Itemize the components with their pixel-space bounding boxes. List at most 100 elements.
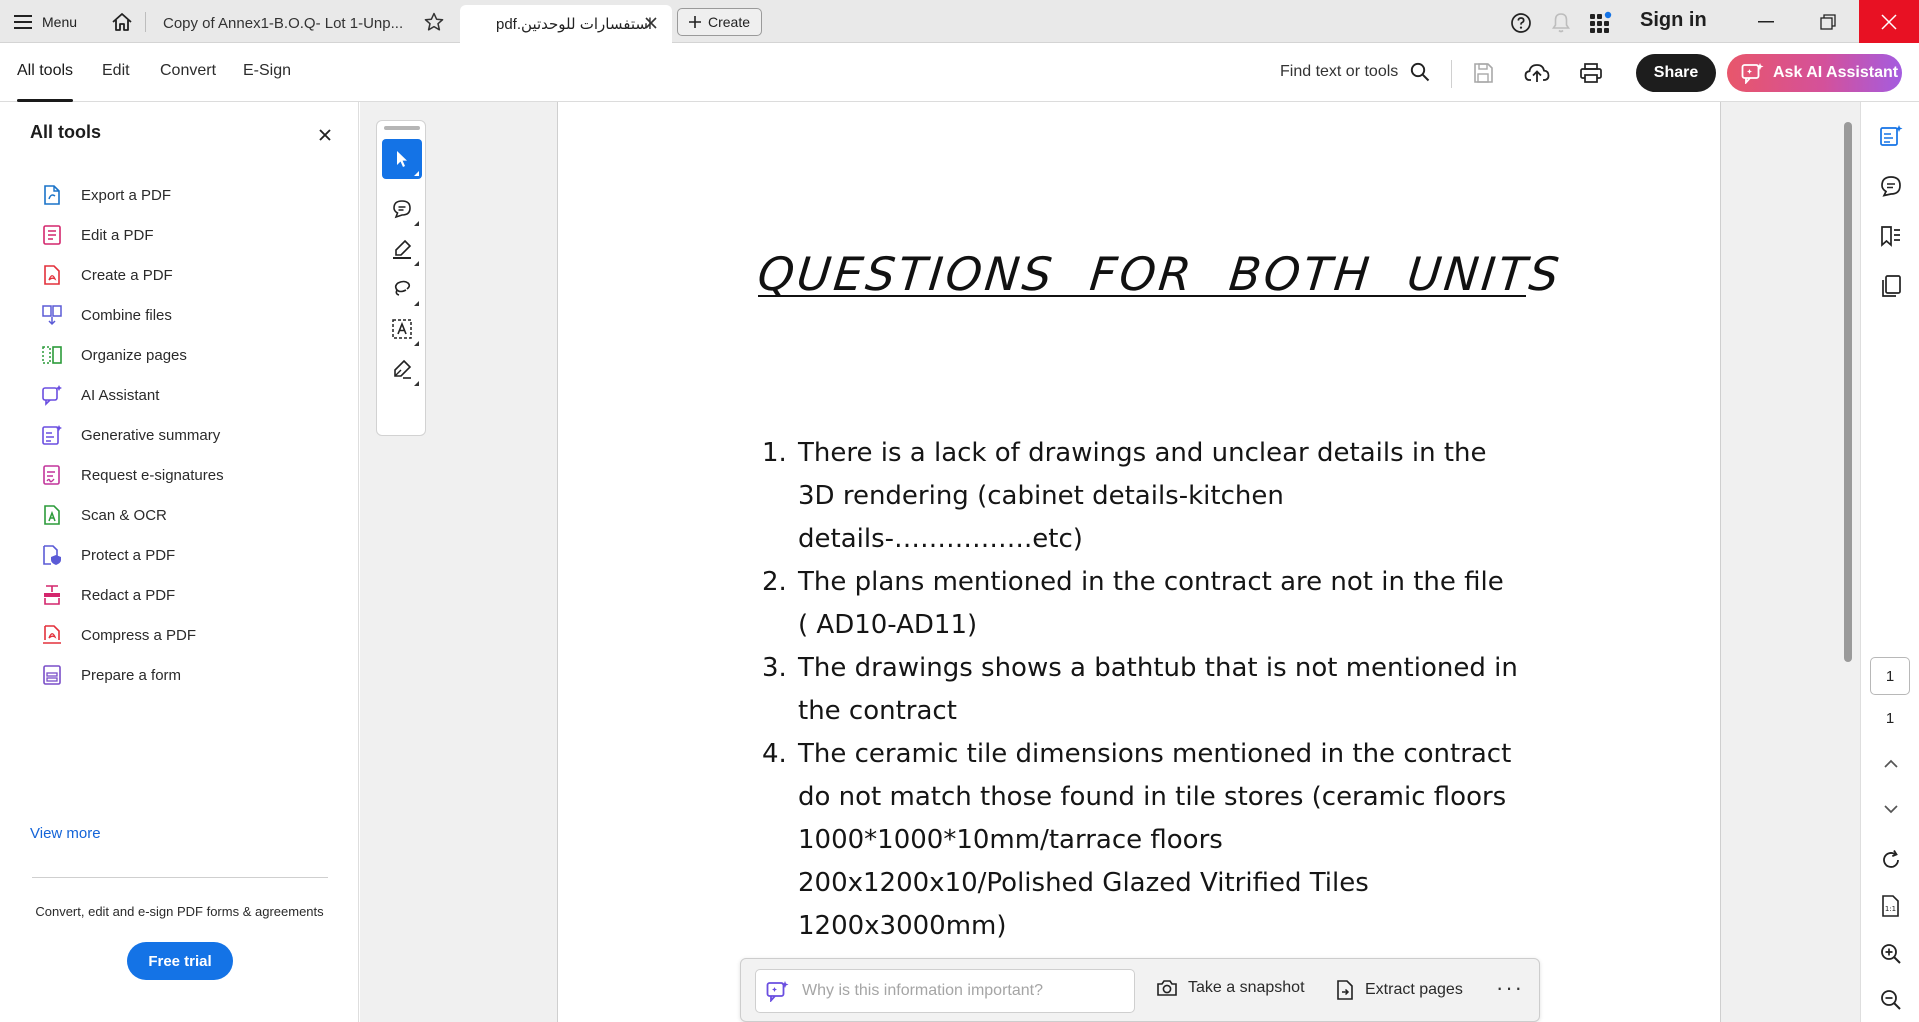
tool-export-pdf[interactable]: Export a PDF [40, 178, 171, 212]
prepare-form-icon [40, 663, 64, 687]
tool-label: Redact a PDF [81, 586, 176, 604]
bookmark-list-icon [1881, 226, 1900, 247]
close-window-button[interactable] [1859, 0, 1919, 43]
comments-rail-button[interactable] [1877, 172, 1905, 200]
tab-document-2-active[interactable]: استفسارات للوحدتين.pdf [460, 5, 672, 43]
close-tab-icon[interactable] [642, 14, 660, 32]
comment-tool[interactable] [382, 189, 422, 229]
tool-label: AI Assistant [81, 386, 160, 404]
quick-tools-bar [376, 120, 426, 436]
tool-generative-summary[interactable]: Generative summary [40, 418, 220, 452]
print-button[interactable] [1575, 57, 1607, 89]
ai-sparkle-icon [1741, 63, 1764, 84]
restore-window-button[interactable] [1798, 0, 1858, 43]
take-snapshot-button[interactable]: Take a snapshot [1156, 979, 1305, 997]
tab-document-1[interactable]: Copy of Annex1-B.O.Q- Lot 1-Unp... [151, 6, 409, 40]
previous-page-button[interactable] [1877, 750, 1905, 778]
right-rail: 1 1 1:1 [1860, 102, 1919, 1022]
tool-compress-pdf[interactable]: Compress a PDF [40, 618, 196, 652]
page-thumbnails-rail-button[interactable] [1877, 272, 1905, 300]
redact-pdf-icon [40, 583, 64, 607]
svg-text:1:1: 1:1 [1885, 905, 1896, 913]
tool-edit-pdf[interactable]: Edit a PDF [40, 218, 154, 252]
restore-icon [1820, 13, 1836, 30]
ai-prompt-input[interactable] [802, 982, 1102, 1000]
ai-quick-action-bar: Take a snapshot Extract pages ··· [740, 958, 1540, 1022]
current-page-input[interactable]: 1 [1870, 657, 1910, 695]
vertical-scrollbar[interactable] [1844, 122, 1852, 662]
save-button[interactable] [1467, 57, 1499, 89]
apps-grid-icon [1590, 11, 1612, 33]
view-more-link[interactable]: View more [30, 825, 101, 842]
camera-icon [1157, 980, 1177, 996]
drag-handle[interactable] [384, 126, 420, 130]
text-box-tool[interactable] [382, 309, 422, 349]
home-icon [112, 13, 132, 31]
free-trial-button[interactable]: Free trial [127, 942, 233, 980]
tool-protect-pdf[interactable]: Protect a PDF [40, 538, 175, 572]
tool-label: Export a PDF [81, 186, 172, 204]
upload-cloud-button[interactable] [1521, 57, 1553, 89]
tool-label: Generative summary [81, 426, 221, 444]
share-button[interactable]: Share [1636, 54, 1716, 92]
zoom-out-button[interactable] [1877, 986, 1905, 1014]
extract-label: Extract pages [1365, 981, 1463, 998]
close-icon [319, 129, 331, 141]
next-page-button[interactable] [1877, 795, 1905, 823]
menu-label: Menu [42, 14, 78, 30]
list-text: The drawings shows a bathtub that is not… [798, 653, 1518, 726]
comment-icon [1881, 176, 1901, 197]
tool-create-pdf[interactable]: Create a PDF [40, 258, 173, 292]
rotate-button[interactable] [1877, 846, 1905, 874]
draw-tool[interactable] [382, 269, 422, 309]
tab-all-tools[interactable]: All tools [17, 62, 73, 80]
generative-summary-icon [1880, 125, 1903, 146]
close-panel-button[interactable] [316, 126, 334, 144]
tool-organize-pages[interactable]: Organize pages [40, 338, 187, 372]
zoom-in-button[interactable] [1877, 940, 1905, 968]
bookmarks-rail-button[interactable] [1877, 222, 1905, 250]
tool-scan-ocr[interactable]: Scan & OCR [40, 498, 167, 532]
tool-redact-pdf[interactable]: Redact a PDF [40, 578, 175, 612]
apps-button[interactable] [1588, 10, 1614, 36]
sign-tool[interactable] [382, 349, 422, 389]
generative-summary-rail-button[interactable] [1877, 122, 1905, 150]
tool-combine-files[interactable]: Combine files [40, 298, 172, 332]
tab-convert[interactable]: Convert [160, 62, 216, 80]
create-button[interactable]: Create [677, 8, 762, 36]
chevron-down-icon [1884, 805, 1898, 814]
more-options-button[interactable]: ··· [1496, 975, 1524, 1001]
sign-in-button[interactable]: Sign in [1640, 9, 1707, 32]
ask-ai-assistant-button[interactable]: Ask AI Assistant [1727, 54, 1902, 92]
notifications-button[interactable] [1548, 10, 1574, 36]
select-tool[interactable] [382, 139, 422, 179]
extract-pages-button[interactable]: Extract pages [1335, 979, 1463, 1001]
tool-label: Organize pages [81, 346, 187, 364]
menu-button[interactable]: Menu [14, 8, 77, 36]
help-icon [1511, 13, 1531, 33]
ask-ai-label: Ask AI Assistant [1773, 64, 1899, 81]
minimize-window-button[interactable] [1736, 0, 1796, 43]
tool-prepare-form[interactable]: Prepare a form [40, 658, 181, 692]
ai-prompt-field[interactable] [755, 969, 1135, 1013]
tool-label: Combine files [81, 306, 172, 324]
home-button[interactable] [108, 9, 136, 35]
tab-edit[interactable]: Edit [102, 62, 130, 80]
text-box-icon [392, 319, 412, 339]
zoom-in-icon [1881, 944, 1901, 964]
actual-size-button[interactable]: 1:1 [1877, 892, 1905, 920]
favorite-button[interactable] [420, 9, 448, 35]
ai-assistant-icon [766, 981, 789, 1002]
tab-separator [145, 12, 146, 32]
tab-esign[interactable]: E-Sign [243, 62, 291, 80]
tool-request-esignatures[interactable]: Request e-signatures [40, 458, 224, 492]
highlight-tool[interactable] [382, 229, 422, 269]
generative-summary-icon [40, 423, 64, 447]
document-viewer: QUESTIONS FOR BOTH UNITS 1. There is a l… [360, 102, 1860, 1022]
all-tools-panel: All tools Export a PDF Edit a PDF Create… [0, 102, 359, 1022]
find-text-or-tools[interactable]: Find text or tools [1280, 62, 1430, 82]
tool-ai-assistant[interactable]: AI Assistant [40, 378, 159, 412]
pdf-page: QUESTIONS FOR BOTH UNITS 1. There is a l… [557, 102, 1721, 1022]
help-button[interactable] [1508, 10, 1534, 36]
list-item: 2. The plans mentioned in the contract a… [762, 561, 1522, 647]
